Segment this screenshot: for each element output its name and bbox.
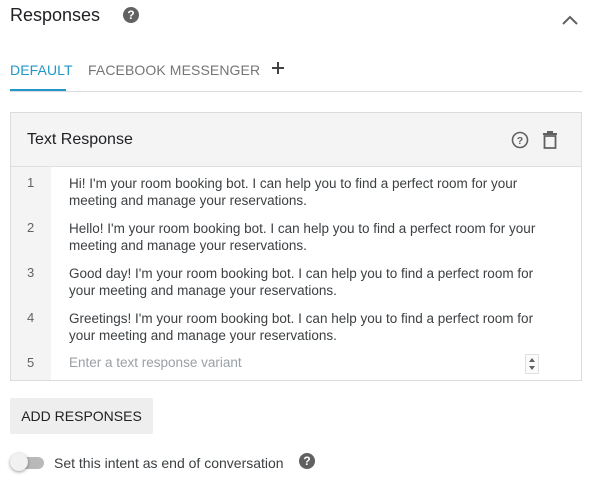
- toggle-knob: [10, 453, 28, 471]
- resize-stepper-icon[interactable]: [525, 354, 539, 374]
- tab-facebook-messenger[interactable]: FACEBOOK MESSENGER: [88, 62, 260, 78]
- card-title: Text Response: [27, 131, 133, 148]
- response-variant[interactable]: Good day! I'm your room booking bot. I c…: [69, 265, 539, 299]
- add-responses-button[interactable]: ADD RESPONSES: [10, 398, 153, 434]
- help-circle-icon[interactable]: ?: [122, 6, 140, 24]
- section-title: Responses: [10, 5, 101, 25]
- platform-tabs: DEFAULT FACEBOOK MESSENGER: [10, 56, 582, 92]
- row-number: 2: [27, 220, 35, 235]
- row-number: 4: [27, 310, 35, 325]
- row-number: 5: [27, 355, 35, 370]
- tab-default[interactable]: DEFAULT: [10, 62, 73, 78]
- trash-icon[interactable]: [541, 130, 559, 150]
- text-response-card: Text Response ? 1 Hi! I'm your room book…: [10, 112, 582, 381]
- plus-icon[interactable]: [269, 59, 287, 77]
- response-variant[interactable]: Hi! I'm your room booking bot. I can hel…: [69, 175, 539, 209]
- help-outline-icon[interactable]: ?: [511, 131, 529, 149]
- responses-header: Responses ?: [10, 0, 586, 36]
- end-conversation-toggle[interactable]: [10, 453, 46, 471]
- active-tab-indicator: [10, 89, 66, 91]
- chevron-up-icon[interactable]: [560, 10, 580, 30]
- response-variant[interactable]: Hello! I'm your room booking bot. I can …: [69, 220, 539, 254]
- new-response-input[interactable]: Enter a text response variant: [69, 355, 242, 370]
- row-number: 1: [27, 175, 35, 190]
- response-variant[interactable]: Greetings! I'm your room booking bot. I …: [69, 310, 539, 344]
- svg-text:?: ?: [127, 8, 134, 22]
- svg-text:?: ?: [303, 454, 310, 468]
- end-conversation-label: Set this intent as end of conversation: [54, 455, 284, 471]
- row-number: 3: [27, 265, 35, 280]
- card-header: Text Response ?: [11, 113, 581, 167]
- svg-text:?: ?: [517, 135, 523, 147]
- help-circle-icon[interactable]: ?: [298, 452, 316, 470]
